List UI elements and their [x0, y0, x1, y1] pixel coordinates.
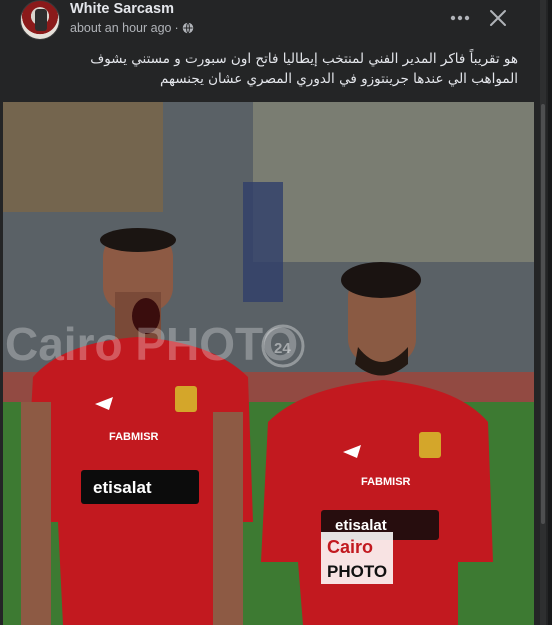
author-avatar[interactable]	[20, 0, 60, 40]
more-options-button[interactable]	[446, 4, 474, 32]
close-icon	[490, 10, 506, 26]
post-photo[interactable]: etisalat FABMISR FABMISR etisalat Cairo …	[3, 102, 534, 625]
author-name[interactable]: White Sarcasm	[70, 0, 174, 18]
stadium-banner	[243, 182, 283, 302]
watermark-text: Cairo PHOTO	[5, 318, 298, 370]
scrollbar-thumb[interactable]	[541, 104, 545, 524]
caption-line-2: المواهب الي عندها جرينتوزو في الدوري الم…	[160, 71, 518, 87]
caption-line-1: هو تقريباً فاكر المدير الفني لمنتخب إيطا…	[90, 51, 518, 67]
close-button[interactable]	[484, 4, 512, 32]
corner-logo-top: Cairo	[327, 537, 373, 557]
post-timestamp[interactable]: about an hour ago	[70, 20, 171, 36]
left-sponsor-text: etisalat	[93, 478, 152, 497]
post-meta: about an hour ago ·	[70, 20, 194, 36]
corner-logo-bottom: PHOTO	[327, 562, 387, 581]
photo-scene: etisalat FABMISR FABMISR etisalat Cairo …	[3, 102, 534, 625]
stands-light	[253, 102, 534, 262]
post-header: White Sarcasm about an hour ago ·	[0, 0, 548, 46]
more-icon	[450, 15, 470, 21]
post-card: White Sarcasm about an hour ago · هو تقر…	[0, 0, 548, 625]
watermark-badge: 24	[274, 340, 291, 357]
globe-icon[interactable]	[182, 22, 194, 34]
post-caption: هو تقريباً فاكر المدير الفني لمنتخب إيطا…	[8, 49, 518, 89]
right-kit-sponsor-text: FABMISR	[361, 476, 411, 488]
meta-separator: ·	[174, 21, 179, 35]
right-sponsor-text: etisalat	[335, 517, 387, 534]
stands-glare	[3, 102, 163, 212]
left-kit-sponsor-text: FABMISR	[109, 431, 159, 443]
avatar-figure	[35, 9, 47, 31]
